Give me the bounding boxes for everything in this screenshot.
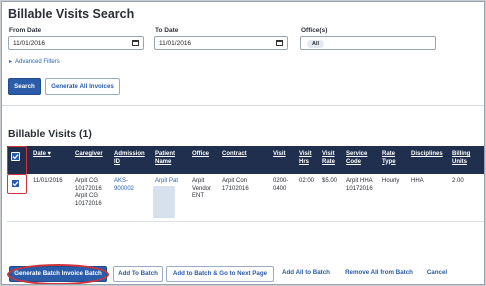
column-visit-rate[interactable]: Visit Rate [322,151,340,166]
offices-select[interactable]: All [300,36,436,50]
cell-rate-type: Hourly [382,178,400,184]
calendar-icon[interactable] [132,40,139,46]
column-contract[interactable]: Contract [222,151,247,159]
calendar-icon[interactable] [276,40,283,46]
advanced-filters-label: Advanced Filters [15,59,60,65]
from-date-value: 11/01/2016 [13,40,46,47]
cell-caregiver: Arpit CG 10172016 Arpit CG 10172016 [75,178,102,207]
results-title: Billable Visits (1) [8,128,92,140]
table-row: 11/01/2016 Arpit CG 10172016 Arpit CG 10… [7,174,484,222]
page-title: Billable Visits Search [8,7,135,21]
to-date-value: 11/01/2016 [159,40,192,47]
cancel-button[interactable]: Cancel [422,266,452,282]
cell-billing-units: 2.00 [452,178,464,184]
add-to-batch-next-page-button[interactable]: Add to Batch & Go to Next Page [166,266,274,282]
cell-admission-id-link[interactable]: AKS-900002 [114,178,140,193]
column-office[interactable]: Office [192,151,209,159]
cell-visit-hrs: 02:00 [299,178,315,184]
billable-visits-panel: Billable Visits Search From Date 11/01/2… [1,1,485,285]
cell-disciplines: HHA [411,178,424,184]
office-chip-all[interactable]: All [307,40,325,48]
column-caregiver[interactable]: Caregiver [75,151,103,159]
cell-office: Arpit Vendor ENT [192,178,212,199]
cell-date: 11/01/2016 [33,178,63,184]
cell-visit: 0200-0400 [273,178,289,192]
column-visit-hrs[interactable]: Visit Hrs [299,151,315,166]
to-date-input[interactable]: 11/01/2016 [154,36,288,50]
column-date[interactable]: Date ▾ [33,151,51,159]
generate-all-invoices-button[interactable]: Generate All Invoices [45,78,120,95]
sort-down-icon: ▾ [47,151,51,157]
offices-label: Office(s) [301,27,328,34]
column-service-code[interactable]: Service Code [346,151,374,166]
caret-right-icon: ▸ [9,59,13,65]
column-patient-name[interactable]: Patient Name [155,151,183,166]
column-rate-type[interactable]: Rate Type [382,151,402,166]
cell-visit-rate: $5.00 [322,178,338,184]
generate-batch-highlight [7,264,109,284]
redacted-patient-info [153,186,175,218]
section-divider [2,105,484,106]
cell-contract: Arpit Con 17102016 [222,178,249,192]
column-billing-units[interactable]: Billing Units [452,151,478,166]
advanced-filters-link[interactable]: ▸ Advanced Filters [9,58,60,65]
column-admission-id[interactable]: Admission ID [114,151,145,166]
row-checkbox-highlight [7,174,27,194]
remove-all-from-batch-button[interactable]: Remove All from Batch [340,266,418,282]
cell-service-code: Arpit HHA 10172016 [346,178,373,192]
add-to-batch-button[interactable]: Add To Batch [113,266,163,282]
to-date-label: To Date [155,27,179,34]
add-all-to-batch-button[interactable]: Add All to Batch [278,266,334,282]
from-date-input[interactable]: 11/01/2016 [8,36,144,50]
table-header: Date ▾ Caregiver Admission ID Patient Na… [7,146,484,174]
from-date-label: From Date [9,27,42,34]
cell-patient-name-link[interactable]: Arpit Pat [155,178,178,186]
column-visit[interactable]: Visit [273,151,286,159]
column-disciplines[interactable]: Disciplines [411,151,443,159]
search-button[interactable]: Search [8,78,41,95]
